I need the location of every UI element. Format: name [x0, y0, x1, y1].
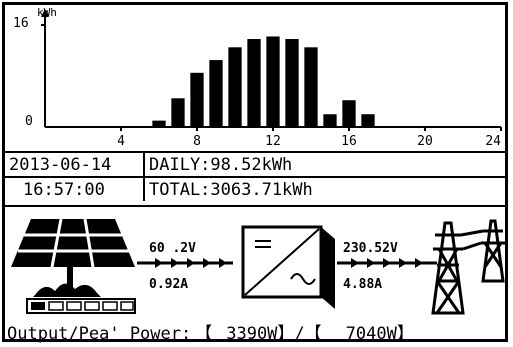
chart-bar — [247, 39, 261, 127]
x-tick-label: 20 — [417, 134, 433, 149]
chart-bars — [152, 36, 375, 127]
chart-bar — [171, 98, 185, 127]
y-axis-max-label: 16 — [13, 16, 29, 31]
chart-bar — [266, 36, 280, 127]
output-peak-label: Output/Pea' Power: — [7, 324, 192, 344]
bracket-close-peak: 】 — [396, 324, 414, 344]
x-tick-label: 24 — [485, 134, 501, 149]
chart-bar — [209, 60, 223, 127]
daily-energy-chart: 4 8 12 16 20 24 — [41, 9, 502, 149]
peak-power-value: 7040W — [345, 324, 397, 344]
chart-bar — [190, 72, 204, 127]
x-tick-label: 4 — [117, 134, 125, 149]
solar-panel-icon — [11, 218, 135, 297]
grid-flow-arrow — [337, 258, 437, 268]
pv-flow-arrow — [137, 258, 233, 268]
info-divider-horizontal — [5, 176, 505, 178]
pv-current-value: 0.92A — [149, 277, 189, 292]
pv-voltage-value: 60 .2V — [149, 241, 196, 256]
bracket-open-output: 【 — [195, 324, 213, 344]
chart-x-ticks: 4 8 12 16 20 24 — [117, 127, 502, 149]
x-tick-label: 12 — [265, 134, 281, 149]
x-tick-label: 8 — [193, 134, 201, 149]
output-peak-power-line: Output/Pea' Power: 【 3390W】/【 7040W】 — [7, 319, 414, 344]
chart-bar — [228, 47, 242, 127]
inverter-display: 4 8 12 16 20 24 kWh 16 0 2013-06-14 16:57:00 … — [2, 2, 508, 344]
chart-bar — [323, 114, 337, 127]
chart-bar — [342, 100, 356, 127]
output-power-value: 3390W — [226, 324, 278, 344]
y-axis-zero-label: 0 — [25, 114, 33, 129]
power-grid-tower-icon — [431, 219, 505, 315]
chart-bar — [285, 39, 299, 127]
inverter-icon — [241, 225, 335, 309]
grid-current-value: 4.88A — [343, 277, 383, 292]
grid-voltage-value: 230.52V — [343, 241, 398, 256]
pv-level-indicator — [26, 298, 136, 314]
time-value: 16:57:00 — [23, 180, 105, 200]
bracket-separator: 】/【 — [277, 324, 322, 344]
y-axis-unit-label: kWh — [37, 6, 57, 19]
daily-energy-value: DAILY:98.52kWh — [149, 155, 293, 175]
chart-bar — [152, 120, 166, 127]
chart-bar — [304, 47, 318, 127]
chart-bar — [361, 114, 375, 127]
date-value: 2013-06-14 — [9, 155, 112, 175]
x-tick-label: 16 — [341, 134, 357, 149]
info-panel: 2013-06-14 16:57:00 DAILY:98.52kWh TOTAL… — [5, 151, 505, 207]
total-energy-value: TOTAL:3063.71kWh — [149, 180, 313, 200]
